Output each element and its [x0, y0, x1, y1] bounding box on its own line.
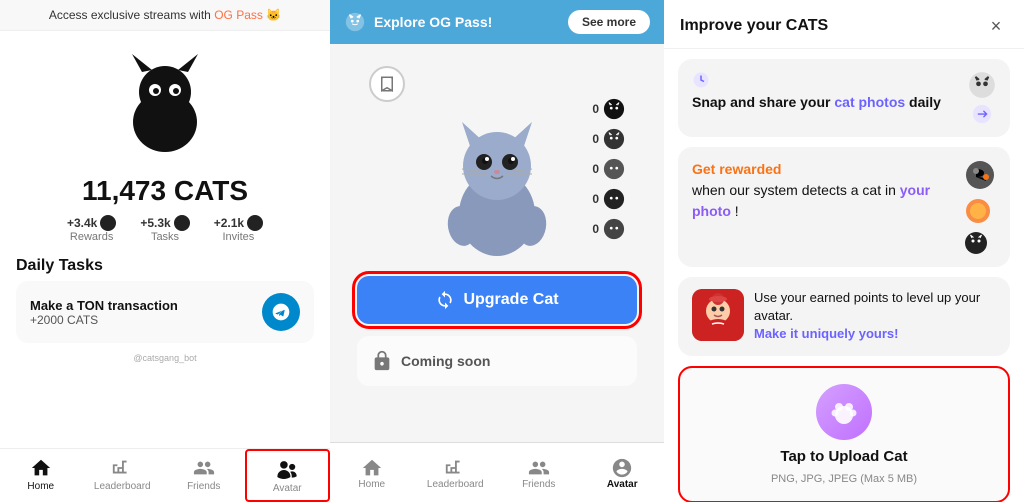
share-icon — [692, 71, 710, 89]
tasks-icon — [174, 215, 190, 231]
lock-icon — [371, 350, 393, 372]
nav-avatar[interactable]: Avatar — [245, 449, 331, 502]
avatar-cat-icon — [276, 459, 298, 481]
upload-title: Tap to Upload Cat — [780, 448, 907, 465]
score-row: 0 — [592, 158, 625, 180]
stat-tasks-value: +5.3k — [140, 215, 189, 231]
cat-face-small-icon — [964, 231, 988, 255]
cat-score-icon-3 — [603, 158, 625, 180]
stat-invites-value: +2.1k — [214, 215, 263, 231]
coming-soon-label: Coming soon — [401, 353, 490, 369]
reward-coin-icon-2 — [964, 197, 992, 225]
og-pass-banner[interactable]: Access exclusive streams with OG Pass 🐱 — [0, 0, 330, 31]
paw-svg-icon — [827, 395, 861, 429]
cat-silhouette-icon — [110, 52, 220, 162]
middle-panel: Explore OG Pass! See more — [330, 0, 664, 502]
bottom-nav-middle: Home Leaderboard Friends Avatar — [330, 442, 664, 502]
upload-subtitle: PNG, JPG, JPEG (Max 5 MB) — [771, 473, 917, 485]
score-row: 0 — [592, 128, 625, 150]
cat-avatar — [105, 47, 225, 167]
cat-photos-link: cat photos — [834, 94, 905, 110]
task-reward: +2000 CATS — [30, 313, 178, 327]
stat-rewards: +3.4k Rewards — [67, 215, 116, 243]
close-button[interactable]: × — [984, 14, 1008, 38]
nav-home[interactable]: Home — [0, 449, 82, 502]
explore-cat-icon — [344, 11, 366, 33]
improve-content: Snap and share your cat photos daily — [664, 49, 1024, 502]
snap-text: Snap and share your cat photos daily — [692, 93, 958, 113]
cat-score-icon-4 — [603, 188, 625, 210]
reward-text: Get rewarded when our system detects a c… — [692, 159, 954, 222]
explore-banner: Explore OG Pass! See more — [330, 0, 664, 44]
score-row: 0 — [592, 98, 625, 120]
right-panel: Improve your CATS × Snap and share your … — [664, 0, 1024, 502]
bottom-nav-left: Home Leaderboard Friends Avatar — [0, 448, 330, 502]
arrow-icon — [971, 103, 993, 125]
nav-mid-leaderboard[interactable]: Leaderboard — [414, 449, 498, 496]
score-list: 0 0 0 — [592, 98, 625, 240]
reward-coin-icon-1 — [964, 159, 996, 191]
upgrade-icon — [435, 290, 455, 310]
cat-score-icon-5 — [603, 218, 625, 240]
coming-soon-area: Coming soon — [357, 336, 637, 386]
avatar-preview — [692, 289, 744, 341]
stats-row: +3.4k Rewards +5.3k Tasks +2.1k Invites — [67, 215, 263, 243]
improve-title: Improve your CATS — [680, 17, 828, 35]
home-icon — [30, 457, 52, 479]
improve-header: Improve your CATS × — [664, 0, 1024, 49]
bot-label: @catsgang_bot — [133, 351, 196, 403]
score-row: 0 — [592, 188, 625, 210]
task-action-button[interactable] — [262, 293, 300, 331]
avatar-icon-mid — [611, 457, 633, 479]
daily-tasks-title: Daily Tasks — [0, 243, 330, 281]
avatar-upgrade-text: Use your earned points to level up your … — [754, 289, 996, 344]
reward-icon — [100, 215, 116, 231]
og-pass-text: Access exclusive streams with — [49, 8, 211, 22]
score-row: 0 — [592, 218, 625, 240]
make-unique-link[interactable]: Make it uniquely yours! — [754, 326, 898, 341]
snap-share-card: Snap and share your cat photos daily — [678, 59, 1010, 137]
stat-invites: +2.1k Invites — [214, 215, 263, 243]
task-name: Make a TON transaction — [30, 298, 178, 313]
paw-upload-icon — [816, 384, 872, 440]
telegram-icon — [271, 302, 291, 322]
bookmark-icon — [378, 75, 396, 93]
friends-icon-mid — [528, 457, 550, 479]
home-icon-mid — [361, 457, 383, 479]
upgrade-cat-label: Upgrade Cat — [463, 291, 558, 309]
cat-card: 0 0 0 — [357, 54, 637, 264]
nav-friends[interactable]: Friends — [163, 449, 245, 502]
cat-score-icon-2 — [603, 128, 625, 150]
reward-card: Get rewarded when our system detects a c… — [678, 147, 1010, 267]
avatar-preview-icon — [692, 289, 744, 341]
cat-paw-icon-1 — [968, 71, 996, 99]
cat-character-svg — [432, 94, 562, 264]
og-pass-link[interactable]: OG Pass 🐱 — [214, 8, 281, 22]
invites-icon — [247, 215, 263, 231]
nav-mid-home[interactable]: Home — [330, 449, 414, 496]
nav-mid-avatar[interactable]: Avatar — [581, 449, 665, 496]
cat-score-icon-1 — [603, 98, 625, 120]
stat-tasks: +5.3k Tasks — [140, 215, 189, 243]
left-panel: Access exclusive streams with OG Pass 🐱 … — [0, 0, 330, 502]
upload-cat-card[interactable]: Tap to Upload Cat PNG, JPG, JPEG (Max 5 … — [678, 366, 1010, 502]
task-item[interactable]: Make a TON transaction +2000 CATS — [16, 281, 314, 343]
nav-mid-friends[interactable]: Friends — [497, 449, 581, 496]
leaderboard-icon — [111, 457, 133, 479]
avatar-upgrade-card: Use your earned points to level up your … — [678, 277, 1010, 356]
leaderboard-icon-mid — [444, 457, 466, 479]
save-icon[interactable] — [369, 66, 405, 102]
cats-count: 11,473 CATS — [82, 175, 248, 207]
friends-icon — [193, 457, 215, 479]
stat-rewards-value: +3.4k — [67, 215, 116, 231]
upgrade-cat-button[interactable]: Upgrade Cat — [357, 276, 637, 324]
see-more-button[interactable]: See more — [568, 10, 650, 34]
nav-leaderboard[interactable]: Leaderboard — [82, 449, 164, 502]
explore-label: Explore OG Pass! — [374, 14, 492, 30]
